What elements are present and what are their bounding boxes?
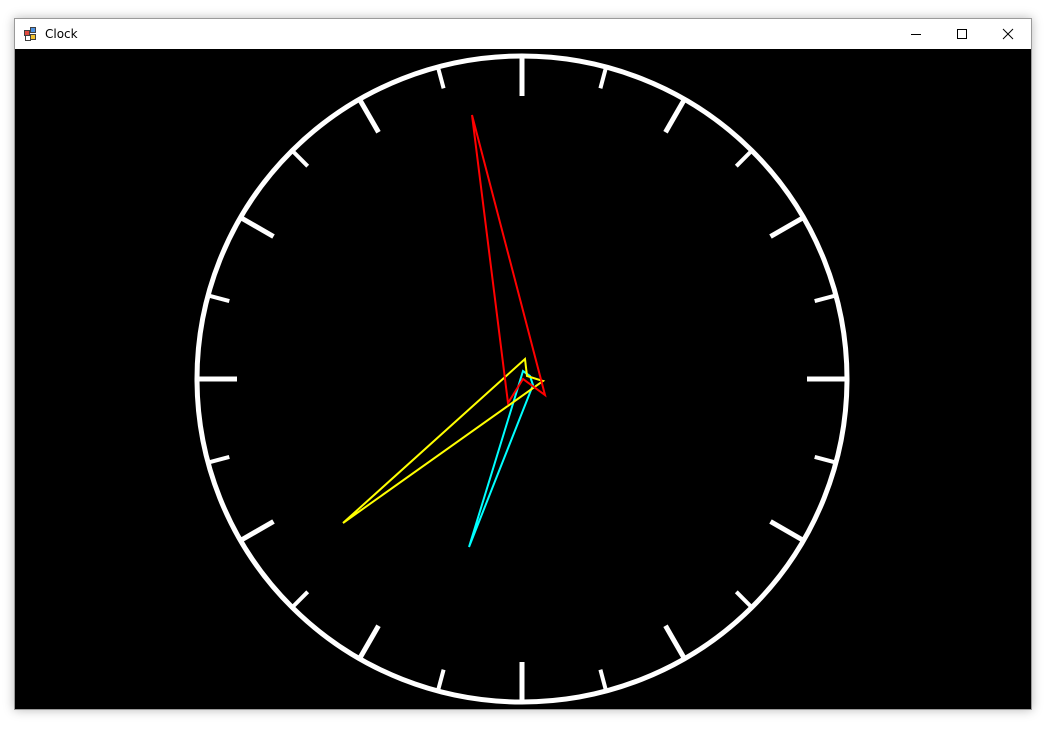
title-bar[interactable]: Clock	[15, 19, 1031, 49]
minimize-button[interactable]	[893, 19, 939, 49]
minimize-icon	[911, 34, 921, 35]
clock-face	[15, 49, 1031, 709]
maximize-button[interactable]	[939, 19, 985, 49]
close-button[interactable]	[985, 19, 1031, 49]
close-icon	[1002, 28, 1014, 40]
clock-window: Clock	[14, 18, 1032, 710]
clock-canvas	[15, 49, 1031, 709]
windows-form-icon	[23, 26, 39, 42]
window-title: Clock	[45, 27, 78, 41]
maximize-icon	[957, 29, 967, 39]
